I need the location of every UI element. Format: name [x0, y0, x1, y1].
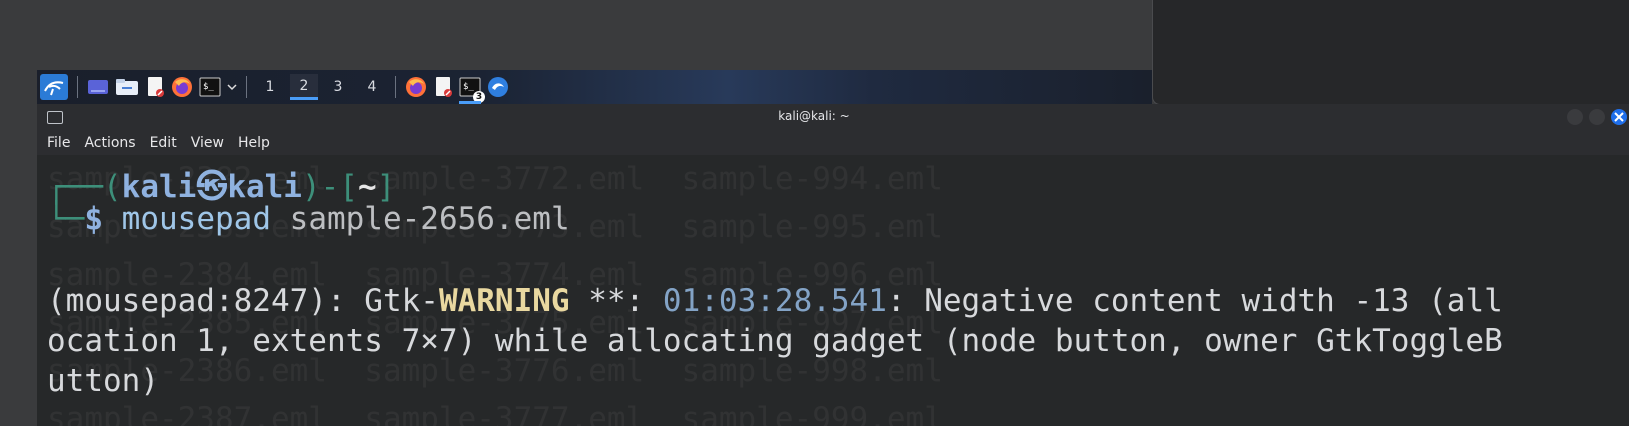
terminal-window: kali@kali: ~ File Actions Edit View Help…: [37, 104, 1629, 426]
workspace-3[interactable]: 3: [324, 74, 352, 100]
menu-file[interactable]: File: [45, 135, 72, 151]
show-desktop-button[interactable]: [87, 74, 109, 100]
top-panel: $_ 1 2 3 4 $_ 3: [37, 70, 1152, 104]
menu-help[interactable]: Help: [236, 135, 272, 151]
warning-line-1: (mousepad:8247): Gtk-WARNING **: 01:03:2…: [47, 283, 1503, 319]
file-manager-launcher[interactable]: [115, 74, 139, 100]
svg-text:$_: $_: [463, 82, 474, 92]
text-editor-launcher[interactable]: [145, 74, 165, 100]
background-window[interactable]: [1152, 0, 1629, 105]
close-button[interactable]: [1611, 109, 1627, 125]
menu-actions[interactable]: Actions: [82, 135, 137, 151]
kali-skull-icon: ㉿: [196, 169, 228, 205]
menu-edit[interactable]: Edit: [148, 135, 179, 151]
kali-menu-button[interactable]: [40, 74, 68, 100]
window-titlebar[interactable]: kali@kali: ~: [37, 104, 1629, 131]
terminal-icon: $_: [199, 77, 221, 97]
panel-separator: [246, 76, 247, 98]
kali-dragon-icon: [44, 81, 64, 96]
warning-line-2: ocation 1, extents 7×7) while allocating…: [47, 323, 1503, 359]
terminal-dropdown-button[interactable]: [227, 74, 237, 100]
window-count-badge: 3: [473, 91, 485, 103]
terminal-output[interactable]: sample-2382.eml sample-3772.eml sample-9…: [37, 155, 1629, 426]
panel-separator: [395, 76, 396, 98]
maximize-button[interactable]: [1589, 109, 1605, 125]
panel-separator: [77, 76, 78, 98]
command-argument: sample-2656.eml: [289, 201, 570, 237]
warning-line-3: utton): [47, 363, 159, 399]
prompt-line-2: └─$ mousepad sample-2656.eml: [47, 201, 570, 237]
task-network-tool[interactable]: [487, 74, 509, 100]
terminal-launcher[interactable]: $_: [199, 74, 221, 100]
command-text: mousepad: [121, 201, 271, 237]
firefox-launcher[interactable]: [171, 74, 193, 100]
workspace-2[interactable]: 2: [290, 74, 318, 100]
firefox-icon: [172, 77, 192, 97]
minimize-button[interactable]: [1567, 109, 1583, 125]
folder-icon: [116, 79, 138, 95]
task-terminal[interactable]: $_ 3: [459, 74, 485, 104]
chevron-down-icon: [227, 84, 237, 91]
menu-bar: File Actions Edit View Help: [37, 131, 1629, 155]
close-icon: [1614, 112, 1624, 122]
task-text-editor[interactable]: [433, 74, 453, 100]
menu-view[interactable]: View: [189, 135, 226, 151]
workspace-4[interactable]: 4: [358, 74, 386, 100]
workspace-1[interactable]: 1: [256, 74, 284, 100]
svg-text:$_: $_: [203, 82, 214, 92]
app-globe-icon: [488, 77, 508, 97]
desktop-icon: [88, 80, 108, 94]
text-editor-icon: [148, 77, 164, 97]
ghost-listing-line: sample-2387.eml sample-3777.eml sample-9…: [47, 401, 943, 426]
prompt-line-1: ┌──(kali㉿kali)-[~]: [47, 169, 396, 205]
task-firefox[interactable]: [405, 74, 427, 100]
text-editor-icon: [436, 77, 452, 97]
window-title: kali@kali: ~: [778, 109, 850, 123]
firefox-icon: [406, 77, 426, 97]
